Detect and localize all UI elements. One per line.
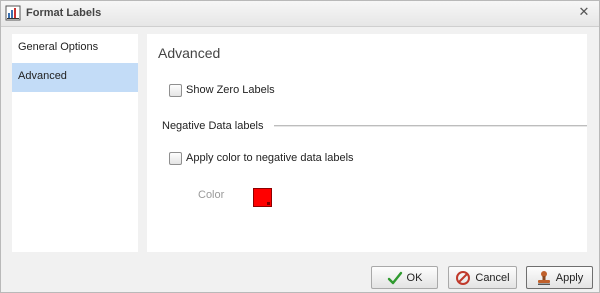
close-icon[interactable]: ✕ xyxy=(577,6,591,20)
negative-data-labels-heading: Negative Data labels xyxy=(162,120,264,132)
sidebar-item-advanced[interactable]: Advanced xyxy=(12,63,138,92)
sidebar-item-label: General Options xyxy=(18,41,99,53)
ok-button-label: OK xyxy=(406,271,423,284)
sidebar: General Options Advanced xyxy=(12,34,138,252)
dropdown-corner-icon xyxy=(267,202,270,205)
format-labels-dialog: Format Labels ✕ General Options Advanced… xyxy=(0,0,600,293)
cancel-icon xyxy=(455,270,471,286)
dialog-title: Format Labels xyxy=(26,7,102,19)
section-divider xyxy=(274,125,587,127)
apply-stamp-icon xyxy=(536,270,552,286)
apply-color-negative-checkbox[interactable] xyxy=(169,152,182,165)
apply-button[interactable]: Apply xyxy=(526,266,593,289)
panel-title: Advanced xyxy=(158,45,221,61)
color-label: Color xyxy=(198,189,225,201)
color-picker-swatch[interactable] xyxy=(253,188,272,207)
sidebar-item-label: Advanced xyxy=(18,70,67,82)
show-zero-labels-checkbox[interactable] xyxy=(169,84,182,97)
cancel-button[interactable]: Cancel xyxy=(448,266,517,289)
apply-color-negative-label: Apply color to negative data labels xyxy=(186,152,354,164)
apply-button-label: Apply xyxy=(555,271,584,284)
title-bar: Format Labels ✕ xyxy=(1,1,599,27)
show-zero-labels-label: Show Zero Labels xyxy=(186,84,275,96)
checkmark-icon xyxy=(387,270,403,286)
ok-button[interactable]: OK xyxy=(371,266,438,289)
advanced-panel: Advanced Show Zero Labels Negative Data … xyxy=(147,34,587,252)
cancel-button-label: Cancel xyxy=(475,271,510,284)
sidebar-item-general-options[interactable]: General Options xyxy=(12,34,138,63)
format-labels-icon xyxy=(5,5,21,21)
